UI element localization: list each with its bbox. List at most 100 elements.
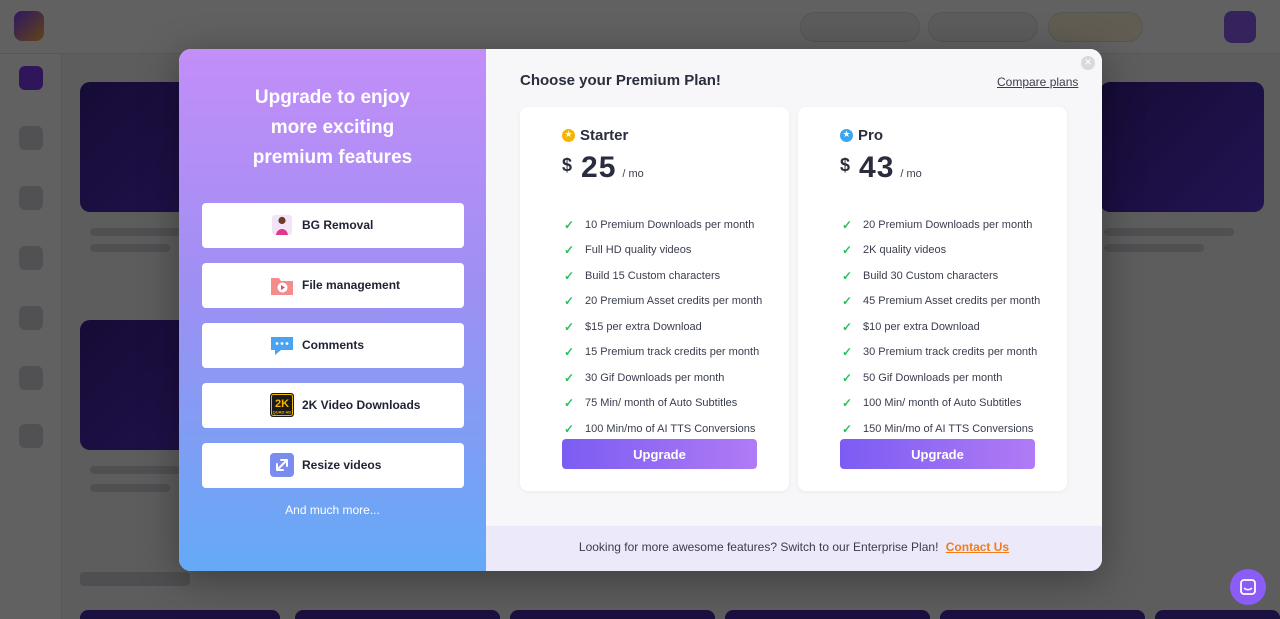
price-period: / mo — [900, 168, 922, 180]
plan-feature-text: $10 per extra Download — [863, 320, 980, 333]
2k-icon-text: 2K — [275, 398, 289, 410]
plan-feature-text: 45 Premium Asset credits per month — [863, 295, 1041, 308]
check-icon: ✓ — [564, 268, 575, 283]
plan-feature-list: ✓ 20 Premium Downloads per month ✓ 2K qual… — [842, 212, 1040, 442]
plan-feature-item: ✓ 45 Premium Asset credits per month — [842, 289, 1040, 315]
upgrade-pro-button[interactable]: Upgrade — [840, 439, 1035, 469]
check-icon: ✓ — [564, 319, 575, 334]
plan-feature-item: ✓ Build 30 Custom characters — [842, 263, 1040, 289]
person-cutout-icon — [269, 212, 295, 238]
premium-features-heading: Upgrade to enjoy more exciting premium f… — [179, 83, 486, 173]
plan-feature-item: ✓ 30 Premium track credits per month — [842, 340, 1040, 366]
check-icon: ✓ — [842, 421, 853, 436]
plan-feature-text: 20 Premium Downloads per month — [863, 218, 1033, 231]
plan-feature-item: ✓ 15 Premium track credits per month — [564, 340, 762, 366]
plan-feature-text: $15 per extra Download — [585, 320, 702, 333]
star-badge-icon: ★ — [840, 129, 853, 142]
and-much-more-text: And much more... — [285, 503, 380, 517]
2k-quad-hd-icon: 2K QUAD HD — [269, 392, 295, 418]
plan-feature-text: Build 15 Custom characters — [585, 269, 721, 282]
folder-play-icon — [269, 272, 295, 298]
check-icon: ✓ — [842, 319, 853, 334]
plan-price: $ 43 / mo — [840, 151, 922, 185]
plan-feature-text: 75 Min/ month of Auto Subtitles — [585, 397, 738, 410]
contact-us-link[interactable]: Contact Us — [946, 540, 1009, 554]
chat-bubble-icon — [269, 332, 295, 358]
check-icon: ✓ — [564, 421, 575, 436]
upgrade-modal: Upgrade to enjoy more exciting premium f… — [179, 49, 1102, 571]
check-icon: ✓ — [842, 345, 853, 360]
plan-feature-text: 10 Premium Downloads per month — [585, 218, 755, 231]
price-currency: $ — [562, 155, 573, 175]
compare-plans-link[interactable]: Compare plans — [997, 75, 1078, 89]
chat-icon — [1240, 579, 1256, 595]
plan-feature-item: ✓ 10 Premium Downloads per month — [564, 212, 762, 238]
chat-support-button[interactable] — [1230, 569, 1266, 605]
check-icon: ✓ — [564, 243, 575, 258]
plan-header: ★ Starter — [562, 127, 628, 144]
check-icon: ✓ — [564, 370, 575, 385]
feature-label: Resize videos — [302, 458, 382, 472]
plan-feature-text: 20 Premium Asset credits per month — [585, 295, 763, 308]
plan-feature-item: ✓ 50 Gif Downloads per month — [842, 365, 1040, 391]
plan-feature-text: 100 Min/mo of AI TTS Conversions — [585, 422, 756, 435]
plan-card-pro: ★ Pro $ 43 / mo ✓ 20 Premium Downloads pe… — [798, 107, 1067, 491]
plan-name: Pro — [858, 127, 884, 144]
plan-feature-text: Full HD quality videos — [585, 244, 692, 257]
heading-line: Upgrade to enjoy — [254, 87, 411, 108]
feature-resize-videos: Resize videos — [202, 443, 464, 488]
check-icon: ✓ — [842, 370, 853, 385]
price-currency: $ — [840, 155, 851, 175]
plan-feature-item: ✓ 2K quality videos — [842, 238, 1040, 264]
plan-header: ★ Pro — [840, 127, 883, 144]
upgrade-starter-button[interactable]: Upgrade — [562, 439, 757, 469]
check-icon: ✓ — [842, 243, 853, 258]
enterprise-footer: Looking for more awesome features? Switc… — [486, 526, 1102, 571]
feature-comments: Comments — [202, 323, 464, 368]
feature-label: BG Removal — [302, 218, 374, 232]
check-icon: ✓ — [842, 396, 853, 411]
plan-name: Starter — [580, 127, 629, 144]
plan-card-starter: ★ Starter $ 25 / mo ✓ 10 Premium Download… — [520, 107, 789, 491]
plan-price: $ 25 / mo — [562, 151, 644, 185]
star-badge-icon: ★ — [562, 129, 575, 142]
plan-feature-list: ✓ 10 Premium Downloads per month ✓ Full HD… — [564, 212, 762, 442]
check-icon: ✓ — [842, 268, 853, 283]
close-icon[interactable]: ✕ — [1081, 56, 1095, 70]
heading-line: more exciting — [270, 117, 395, 138]
plan-feature-item: ✓ Full HD quality videos — [564, 238, 762, 264]
plan-feature-item: ✓ 100 Min/mo of AI TTS Conversions — [564, 416, 762, 442]
check-icon: ✓ — [564, 217, 575, 232]
resize-arrows-icon — [269, 452, 295, 478]
check-icon: ✓ — [564, 345, 575, 360]
plan-feature-item: ✓ $15 per extra Download — [564, 314, 762, 340]
heading-line: premium features — [252, 147, 413, 168]
feature-label: 2K Video Downloads — [302, 398, 421, 412]
plans-panel: Choose your Premium Plan! Compare plans … — [486, 49, 1102, 526]
plan-feature-text: 2K quality videos — [863, 244, 947, 257]
check-icon: ✓ — [842, 294, 853, 309]
feature-label: File management — [302, 278, 401, 292]
plan-feature-item: ✓ 150 Min/mo of AI TTS Conversions — [842, 416, 1040, 442]
enterprise-text: Looking for more awesome features? Switc… — [578, 540, 939, 554]
plans-heading: Choose your Premium Plan! — [520, 72, 721, 89]
plan-feature-item: ✓ 75 Min/ month of Auto Subtitles — [564, 391, 762, 417]
price-period: / mo — [622, 168, 644, 180]
plan-feature-text: 15 Premium track credits per month — [585, 346, 760, 359]
plan-feature-item: ✓ 100 Min/ month of Auto Subtitles — [842, 391, 1040, 417]
plan-feature-text: 150 Min/mo of AI TTS Conversions — [863, 422, 1034, 435]
plan-feature-text: 100 Min/ month of Auto Subtitles — [863, 397, 1022, 410]
plan-feature-item: ✓ Build 15 Custom characters — [564, 263, 762, 289]
premium-features-panel: Upgrade to enjoy more exciting premium f… — [179, 49, 486, 571]
plan-feature-item: ✓ 20 Premium Downloads per month — [842, 212, 1040, 238]
plan-feature-text: 30 Gif Downloads per month — [585, 371, 725, 384]
plan-feature-item: ✓ $10 per extra Download — [842, 314, 1040, 340]
check-icon: ✓ — [564, 294, 575, 309]
feature-bg-removal: BG Removal — [202, 203, 464, 248]
price-amount: 43 — [859, 151, 895, 184]
feature-file-management: File management — [202, 263, 464, 308]
feature-2k-video-downloads: 2K QUAD HD 2K Video Downloads — [202, 383, 464, 428]
2k-icon-subtext: QUAD HD — [273, 410, 292, 415]
plan-feature-text: 30 Premium track credits per month — [863, 346, 1038, 359]
feature-label: Comments — [302, 338, 365, 352]
